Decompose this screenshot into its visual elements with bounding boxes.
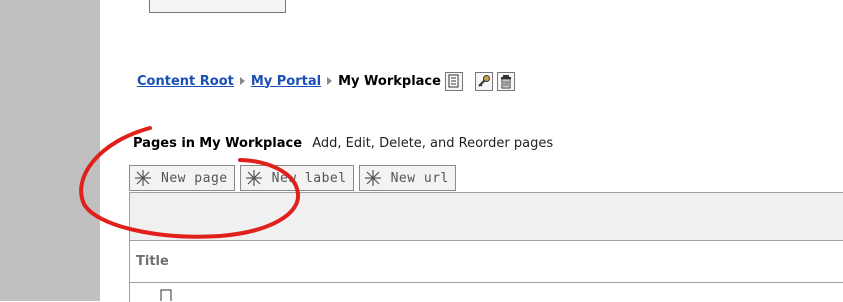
portal-name: My Workplace <box>199 136 303 151</box>
new-label-label: New label <box>271 170 347 186</box>
page-properties-icon[interactable] <box>444 71 463 91</box>
breadcrumb-content-root[interactable]: Content Root <box>137 74 234 89</box>
pages-heading: Pages in My Workplace Add, Edit, Delete,… <box>133 136 553 151</box>
breadcrumb-separator-icon <box>327 77 333 85</box>
new-page-button[interactable]: New page <box>129 165 235 191</box>
new-page-label: New page <box>161 170 228 186</box>
breadcrumb-separator-icon <box>239 77 245 85</box>
new-star-icon <box>245 170 262 186</box>
new-url-label: New url <box>390 170 449 186</box>
new-star-icon <box>135 170 151 186</box>
breadcrumb-current: My Workplace <box>338 73 441 89</box>
new-star-icon <box>364 170 381 186</box>
pages-in-label: Pages in <box>133 136 196 151</box>
new-url-button[interactable]: New url <box>358 165 456 191</box>
page-row-icon <box>160 289 172 301</box>
new-buttons-row: New page New label New url <box>129 165 456 191</box>
new-label-button[interactable]: New label <box>239 165 354 191</box>
table-title-column-header[interactable]: Title <box>130 241 843 283</box>
table-header-bar <box>130 193 843 241</box>
top-button-edge[interactable] <box>149 0 286 13</box>
trash-icon[interactable] <box>496 71 515 91</box>
breadcrumb-my-portal[interactable]: My Portal <box>251 74 321 89</box>
left-gutter <box>0 0 100 301</box>
pages-description: Add, Edit, Delete, and Reorder pages <box>312 136 554 151</box>
breadcrumb: Content Root My Portal My Workplace <box>137 70 515 92</box>
pages-table: Title <box>129 192 843 302</box>
permissions-key-icon[interactable] <box>474 71 493 91</box>
